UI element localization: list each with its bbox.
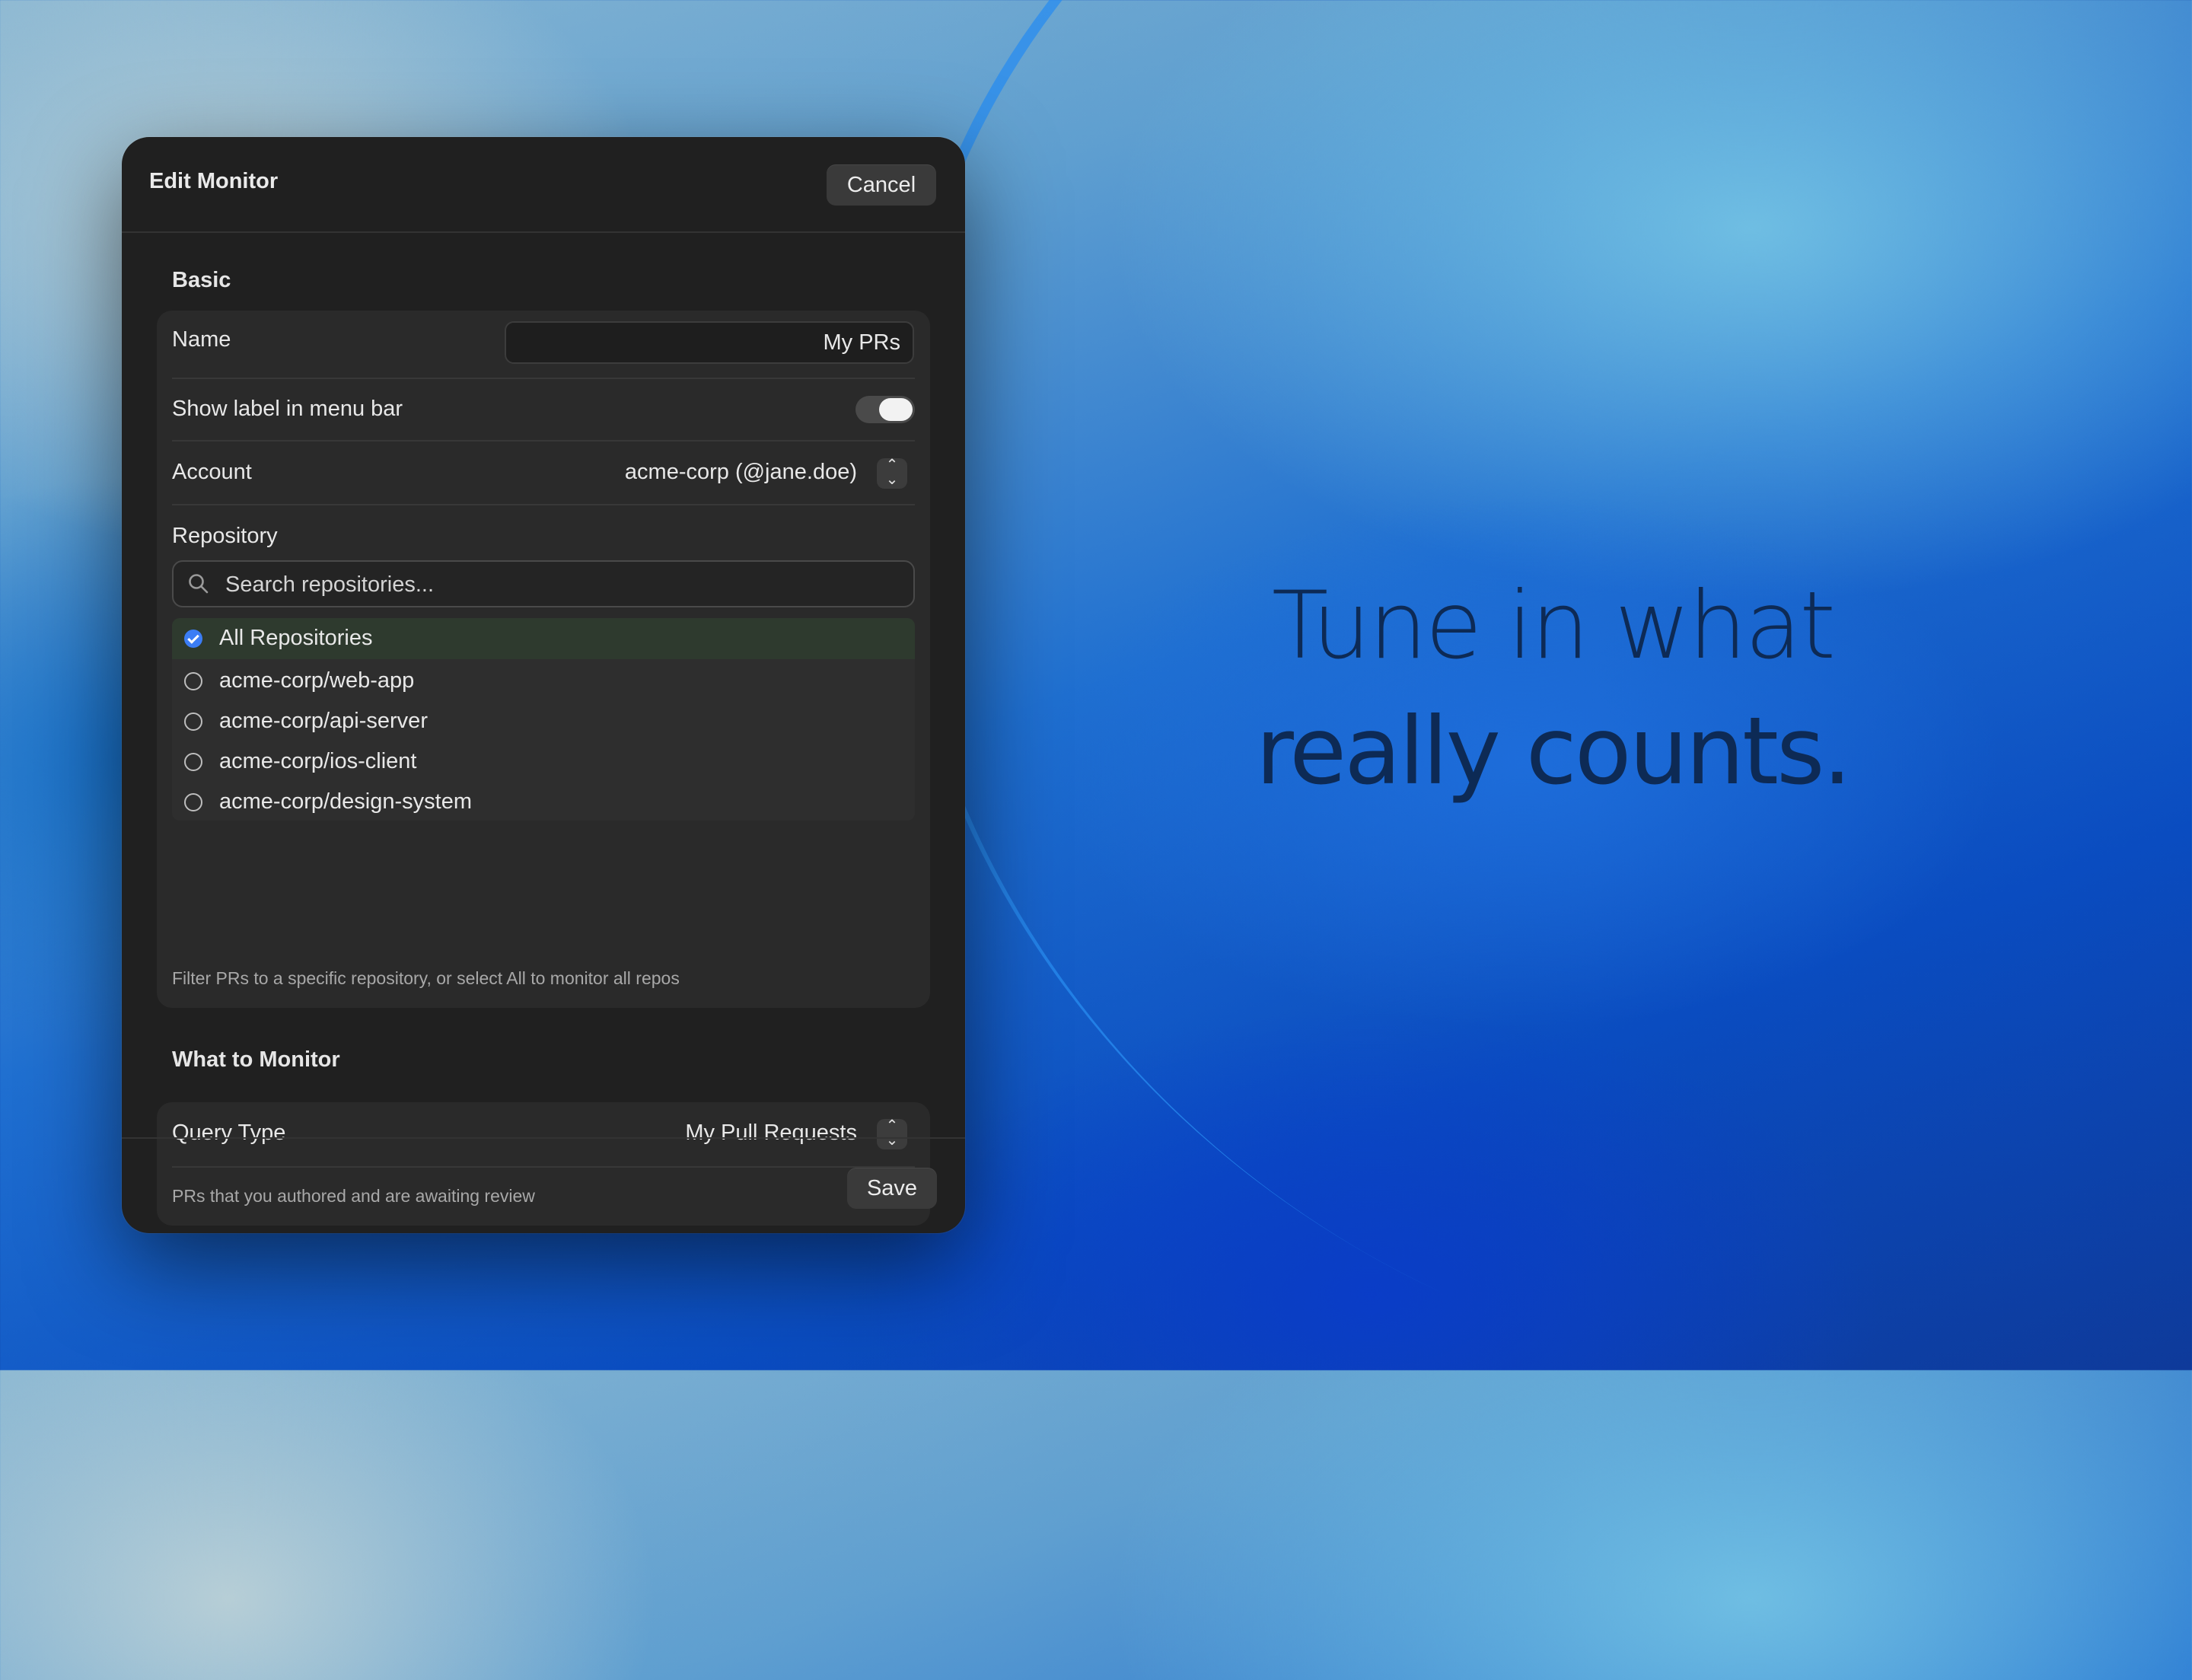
repository-label: Repository — [172, 524, 278, 548]
window-title: Edit Monitor — [149, 169, 279, 193]
repository-name: acme-corp/api-server — [219, 709, 428, 733]
radio-checked-icon — [184, 630, 202, 648]
basic-card: Name My PRs Show label in menu bar Accou… — [157, 311, 930, 1008]
tagline-line-1: Tune in what — [1271, 572, 1836, 680]
divider — [172, 440, 915, 442]
window-titlebar: Edit Monitor Cancel — [122, 137, 965, 233]
repository-option[interactable]: acme-corp/api-server — [172, 701, 915, 742]
account-label: Account — [172, 460, 252, 484]
name-field[interactable]: My PRs — [505, 321, 914, 364]
divider — [172, 378, 915, 379]
radio-icon — [184, 793, 202, 811]
marketing-tagline: Tune in what really counts. — [1172, 563, 1933, 814]
save-button[interactable]: Save — [847, 1168, 937, 1209]
search-placeholder: Search repositories... — [225, 572, 435, 597]
divider — [172, 504, 915, 505]
repository-option[interactable]: acme-corp/design-system — [172, 782, 915, 821]
section-title-what-to-monitor: What to Monitor — [172, 1047, 340, 1072]
repository-option-all[interactable]: All Repositories — [172, 618, 915, 659]
account-popup-value[interactable]: acme-corp (@jane.doe) — [625, 460, 857, 485]
tagline-line-2: really counts. — [1255, 697, 1853, 805]
show-label-text: Show label in menu bar — [172, 397, 403, 421]
repository-name: acme-corp/design-system — [219, 789, 472, 814]
repository-option[interactable]: acme-corp/web-app — [172, 661, 915, 702]
cancel-button[interactable]: Cancel — [827, 164, 936, 206]
radio-icon — [184, 753, 202, 771]
repository-name: acme-corp/web-app — [219, 668, 415, 693]
repository-name: All Repositories — [219, 626, 373, 650]
show-label-toggle[interactable] — [855, 396, 915, 423]
repository-option[interactable]: acme-corp/ios-client — [172, 741, 915, 783]
search-icon — [189, 574, 209, 594]
repository-search-field[interactable]: Search repositories... — [172, 560, 915, 607]
edit-monitor-window: Edit Monitor Cancel Basic Name My PRs Sh… — [122, 137, 965, 1233]
repository-hint: Filter PRs to a specific repository, or … — [172, 968, 680, 988]
radio-icon — [184, 672, 202, 690]
window-footer: Save — [122, 1137, 965, 1233]
repository-list: All Repositories acme-corp/web-app acme-… — [172, 618, 915, 821]
section-title-basic: Basic — [172, 268, 231, 292]
name-label: Name — [172, 327, 231, 352]
repository-name: acme-corp/ios-client — [219, 749, 417, 773]
radio-icon — [184, 712, 202, 731]
toggle-knob — [879, 398, 913, 421]
account-chevron-updown-icon[interactable]: ⌃ ⌄ — [877, 457, 907, 489]
